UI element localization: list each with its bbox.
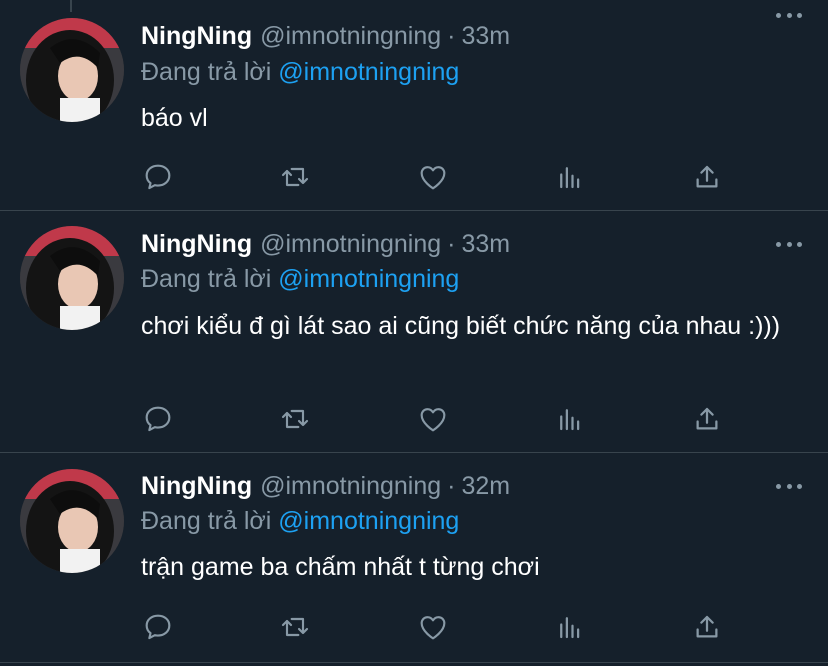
reply-button[interactable]: [140, 401, 176, 437]
like-button[interactable]: [415, 401, 451, 437]
tweet-actions: [0, 609, 828, 645]
reply-icon: [145, 164, 171, 190]
retweet-button[interactable]: [277, 159, 313, 195]
retweet-icon: [281, 617, 309, 637]
retweet-button[interactable]: [277, 401, 313, 437]
retweet-icon: [281, 409, 309, 429]
retweet-button[interactable]: [277, 609, 313, 645]
reply-to-link[interactable]: @imnotningning: [278, 507, 459, 535]
more-options-icon[interactable]: [776, 239, 802, 249]
reply-context: Đang trả lời @imnotningning: [141, 505, 459, 537]
tweet-header: NingNing @imnotningning · 33m: [141, 228, 510, 260]
author-name[interactable]: NingNing: [141, 22, 252, 50]
like-button[interactable]: [415, 159, 451, 195]
author-name[interactable]: NingNing: [141, 472, 252, 500]
avatar[interactable]: [20, 18, 124, 122]
share-button[interactable]: [689, 401, 725, 437]
tweet-header: NingNing @imnotningning · 32m: [141, 470, 510, 502]
share-icon: [696, 615, 718, 638]
avatar[interactable]: [20, 226, 124, 330]
tweet-header: NingNing @imnotningning · 33m: [141, 20, 510, 52]
analytics-icon: [560, 409, 580, 431]
reply-prefix: Đang trả lời: [141, 265, 272, 293]
tweet-text: chơi kiểu đ gì lát sao ai cũng biết chức…: [141, 312, 781, 340]
tweet-actions: [0, 401, 828, 437]
reply-icon: [145, 406, 171, 432]
share-icon: [696, 407, 718, 430]
tweet[interactable]: NingNing @imnotningning · 33m Đang trả lời …: [0, 0, 828, 211]
analytics-button[interactable]: [552, 609, 588, 645]
author-handle[interactable]: @imnotningning: [260, 230, 441, 258]
share-button[interactable]: [689, 159, 725, 195]
author-name[interactable]: NingNing: [141, 230, 252, 258]
separator: ·: [447, 230, 456, 258]
avatar[interactable]: [20, 469, 124, 573]
author-handle[interactable]: @imnotningning: [260, 22, 441, 50]
analytics-icon: [560, 167, 580, 189]
retweet-icon: [281, 167, 309, 187]
tweet-time[interactable]: 32m: [461, 472, 510, 500]
reply-context: Đang trả lời @imnotningning: [141, 56, 459, 88]
share-icon: [696, 165, 718, 188]
reply-prefix: Đang trả lời: [141, 58, 272, 86]
separator: ·: [447, 472, 456, 500]
reply-icon: [145, 614, 171, 640]
reply-to-link[interactable]: @imnotningning: [278, 58, 459, 86]
share-button[interactable]: [689, 609, 725, 645]
analytics-button[interactable]: [552, 159, 588, 195]
separator: ·: [447, 22, 456, 50]
like-icon: [420, 408, 446, 432]
reply-prefix: Đang trả lời: [141, 507, 272, 535]
like-icon: [420, 166, 446, 190]
tweet-text: trận game ba chấm nhất t từng chơi: [141, 553, 540, 581]
reply-button[interactable]: [140, 159, 176, 195]
tweet-time[interactable]: 33m: [461, 230, 510, 258]
more-options-icon[interactable]: [776, 481, 802, 491]
tweet-time[interactable]: 33m: [461, 22, 510, 50]
reply-button[interactable]: [140, 609, 176, 645]
tweet-text: báo vl: [141, 104, 208, 132]
tweet[interactable]: NingNing @imnotningning · 32m Đang trả lời …: [0, 453, 828, 663]
tweet-actions: [0, 159, 828, 195]
like-button[interactable]: [415, 609, 451, 645]
reply-context: Đang trả lời @imnotningning: [141, 263, 459, 295]
analytics-icon: [560, 617, 580, 639]
like-icon: [420, 616, 446, 640]
analytics-button[interactable]: [552, 401, 588, 437]
author-handle[interactable]: @imnotningning: [260, 472, 441, 500]
reply-to-link[interactable]: @imnotningning: [278, 265, 459, 293]
tweet[interactable]: NingNing @imnotningning · 33m Đang trả lời …: [0, 211, 828, 453]
more-options-icon[interactable]: [776, 10, 802, 20]
